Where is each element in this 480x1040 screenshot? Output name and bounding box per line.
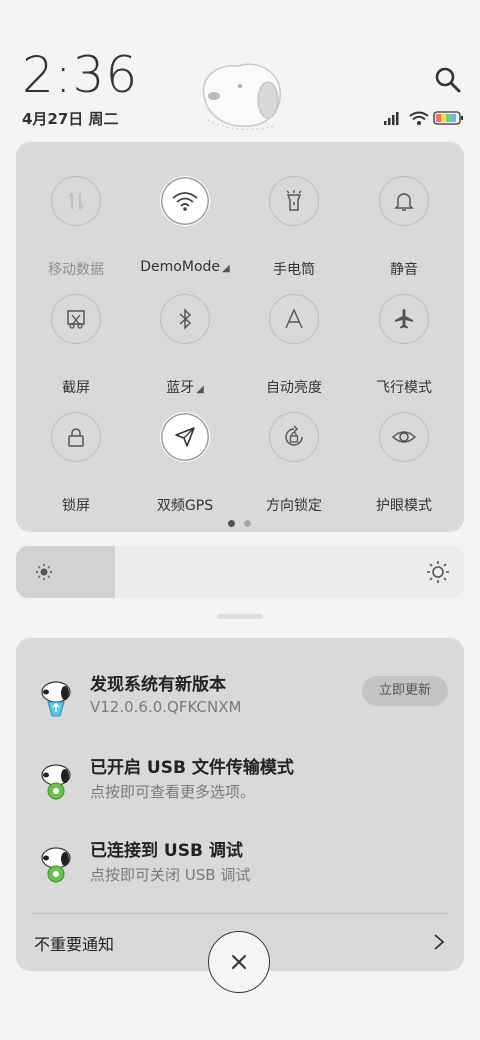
tile-lock-screen[interactable]: 锁屏 [21, 398, 131, 514]
notification-system-update[interactable]: 发现系统有新版本 V12.0.6.0.QFKCNXM 立即更新 [16, 668, 464, 738]
expand-arrow-icon: ◢ [196, 384, 204, 395]
update-now-button[interactable]: 立即更新 [362, 676, 448, 706]
lock-icon [51, 412, 101, 462]
tile-label: DemoMode [140, 259, 221, 275]
bell-icon [379, 176, 429, 226]
notification-subtitle: V12.0.6.0.QFKCNXM [90, 698, 242, 716]
page-dot-active[interactable] [228, 520, 235, 527]
tile-eye-care[interactable]: 护眼模式 [349, 398, 459, 514]
gps-icon [160, 412, 210, 462]
chevron-right-icon[interactable] [432, 932, 446, 952]
tile-silent[interactable]: 静音 [349, 162, 459, 278]
drag-handle[interactable] [217, 614, 263, 619]
unimportant-notifications-link[interactable]: 不重要通知 [34, 931, 114, 955]
tile-label: 自动亮度 [266, 380, 322, 396]
wifi-icon [160, 176, 210, 226]
snoopy-mascot-icon [202, 63, 281, 130]
snoopy-update-icon [41, 681, 71, 717]
search-icon[interactable] [432, 64, 464, 96]
tile-label-row: DemoMode ◢ [130, 259, 240, 275]
tile-flashlight[interactable]: 手电筒 [239, 162, 349, 278]
tile-label: 双频GPS [156, 498, 214, 514]
wifi-status-icon [409, 111, 429, 125]
tile-rotation-lock[interactable]: 方向锁定 [239, 398, 349, 514]
quick-settings-panel: 移动数据 DemoMode ◢ 手电筒 静音 截屏 蓝牙 ◢ 自动亮度 飞行模式… [16, 142, 464, 532]
snoopy-debug-icon [41, 847, 71, 883]
notification-subtitle: 点按即可查看更多选项。 [90, 783, 256, 801]
battery-icon [433, 111, 463, 125]
brightness-fill [16, 546, 115, 598]
tile-label-row: 蓝牙 ◢ [130, 377, 240, 397]
notification-subtitle: 点按即可关闭 USB 调试 [90, 866, 251, 884]
flashlight-icon [269, 176, 319, 226]
brightness-slider[interactable] [16, 546, 464, 598]
tile-label: 静音 [390, 262, 418, 278]
auto-brightness-icon [269, 294, 319, 344]
airplane-icon [379, 294, 429, 344]
tile-gps[interactable]: 双频GPS [130, 398, 240, 514]
notification-title: 已开启 USB 文件传输模式 [90, 758, 294, 778]
tile-label: 截屏 [62, 380, 90, 396]
bluetooth-icon [160, 294, 210, 344]
clock-date: 4月27日 周二 [22, 110, 119, 128]
status-header: 2:36 4月27日 周二 [0, 0, 480, 140]
signal-icon [384, 112, 399, 125]
tile-label: 护眼模式 [376, 498, 432, 514]
brightness-high-icon [427, 561, 449, 583]
system-status-icons [384, 111, 463, 125]
notification-usb-transfer[interactable]: 已开启 USB 文件传输模式 点按即可查看更多选项。 [16, 751, 464, 821]
tile-label: 蓝牙 [166, 380, 195, 396]
notification-usb-debug[interactable]: 已连接到 USB 调试 点按即可关闭 USB 调试 [16, 834, 464, 904]
notification-panel: 发现系统有新版本 V12.0.6.0.QFKCNXM 立即更新 已开启 USB … [16, 638, 464, 971]
tile-label: 手电筒 [273, 262, 315, 278]
tile-mobile-data[interactable]: 移动数据 [21, 162, 131, 278]
notification-title: 已连接到 USB 调试 [90, 841, 243, 861]
snoopy-usb-icon [41, 764, 71, 800]
eye-icon [379, 412, 429, 462]
tile-screenshot[interactable]: 截屏 [21, 280, 131, 396]
brightness-low-icon [36, 564, 52, 580]
mobile-data-icon [51, 176, 101, 226]
divider [32, 913, 448, 914]
clock-time: 2:36 [22, 46, 139, 104]
close-icon [232, 955, 246, 969]
clear-all-button[interactable] [208, 931, 270, 993]
tile-wifi[interactable]: DemoMode ◢ [130, 162, 240, 275]
notification-title: 发现系统有新版本 [90, 675, 226, 695]
tile-bluetooth[interactable]: 蓝牙 ◢ [130, 280, 240, 396]
rotation-lock-icon [269, 412, 319, 462]
expand-arrow-icon: ◢ [222, 263, 230, 274]
screenshot-icon [51, 294, 101, 344]
page-dot[interactable] [244, 520, 251, 527]
tile-label: 锁屏 [62, 498, 90, 514]
tile-label: 移动数据 [48, 262, 104, 278]
tile-airplane[interactable]: 飞行模式 [349, 280, 459, 396]
tile-auto-brightness[interactable]: 自动亮度 [239, 280, 349, 396]
tile-label: 飞行模式 [376, 380, 432, 396]
tile-label: 方向锁定 [266, 498, 322, 514]
